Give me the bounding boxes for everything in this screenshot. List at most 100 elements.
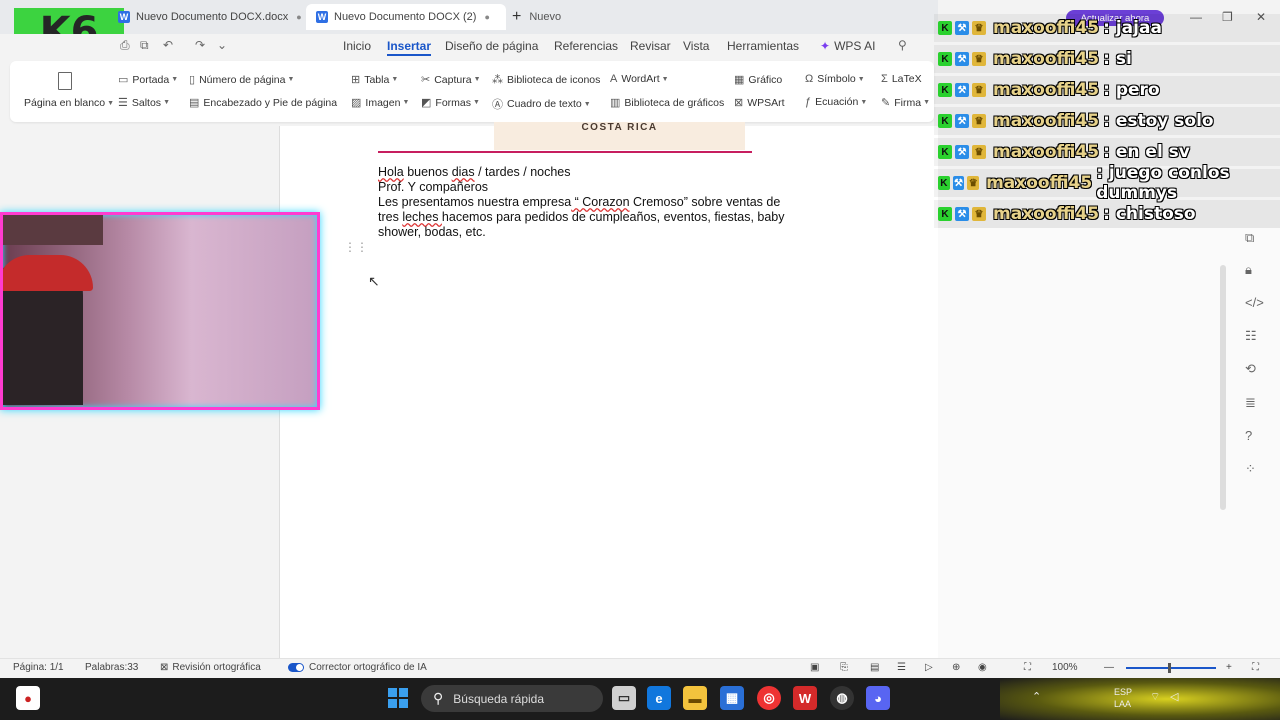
help-icon[interactable]: ? xyxy=(1245,428,1252,443)
icon-library-button[interactable]: ⁂ Biblioteca de iconos xyxy=(492,73,601,87)
doc-line-2[interactable]: Prof. Y compañeros xyxy=(378,180,828,195)
doc-text: “ Corazon xyxy=(571,195,630,209)
tab-document-1[interactable]: W Nuevo Documento DOCX.docx ● xyxy=(108,4,312,30)
discord-icon[interactable]: ◕ xyxy=(866,686,890,710)
menu-inicio[interactable]: Inicio xyxy=(343,39,371,53)
moderator-badge-icon: ⚒ xyxy=(955,145,969,159)
zoom-in-icon[interactable]: + xyxy=(1226,662,1232,673)
wps-ai-button[interactable]: ✦ WPS AI xyxy=(820,39,875,53)
symbol-button[interactable]: Ω Símbolo ▼ xyxy=(805,73,865,85)
grid-icon[interactable]: ⁘ xyxy=(1245,461,1256,477)
app-notification-icon[interactable]: ● xyxy=(16,686,40,710)
page-count[interactable]: Página: 1/1 xyxy=(13,662,64,673)
code-icon[interactable]: </> xyxy=(1245,295,1264,310)
sliders-icon[interactable]: ☷ xyxy=(1245,328,1257,344)
file-explorer-icon[interactable]: ▭ xyxy=(612,686,636,710)
copy-icon[interactable]: ⧉ xyxy=(1245,230,1254,246)
blank-page-icon[interactable] xyxy=(58,72,72,90)
cover-icon: ▭ xyxy=(118,74,129,86)
signature-button[interactable]: ✎ Firma ▼ xyxy=(881,96,930,110)
edge-browser-icon[interactable]: e xyxy=(647,686,671,710)
eye-icon[interactable]: ◉ xyxy=(978,662,987,673)
print-layout-icon[interactable]: ▤ xyxy=(870,662,879,673)
history-icon[interactable]: ⟲ xyxy=(1245,361,1256,377)
wordart-button[interactable]: A WordArt ▼ xyxy=(610,73,669,85)
breaks-button[interactable]: ☰ Saltos ▼ xyxy=(118,96,170,110)
text-box-button[interactable]: Ⓐ Cuadro de texto ▼ xyxy=(492,96,591,112)
toggle-switch[interactable] xyxy=(288,663,304,672)
image-button[interactable]: ▨ Imagen ▼ xyxy=(351,96,409,110)
vertical-scrollbar[interactable] xyxy=(1220,265,1226,510)
globe-icon[interactable]: ⊕ xyxy=(952,662,960,673)
chevron-up-icon[interactable]: ⌃ xyxy=(1032,690,1041,703)
doc-line-5[interactable]: shower, bodas, etc. xyxy=(378,225,828,240)
view-mode-icon[interactable]: ▣ xyxy=(810,662,819,673)
menu-diseno-pagina[interactable]: Diseño de página xyxy=(445,39,538,53)
store-icon[interactable]: ▦ xyxy=(720,686,744,710)
table-button[interactable]: ⊞ Tabla ▼ xyxy=(351,73,398,87)
sparkle-icon: ✦ xyxy=(820,39,831,53)
wifi-icon[interactable]: ⌔ xyxy=(1150,690,1160,704)
obs-icon[interactable]: ◍ xyxy=(830,686,854,710)
redo-icon[interactable]: ↷ xyxy=(195,38,205,52)
ai-spellcheck-toggle[interactable]: Corrector ortográfico de IA xyxy=(288,662,427,673)
search-icon: ⚲ xyxy=(433,690,444,706)
menu-herramientas[interactable]: Herramientas xyxy=(727,39,799,53)
blank-page-button[interactable]: Página en blanco ▼ xyxy=(24,97,114,109)
lock-icon[interactable]: 🔒︎ xyxy=(1245,262,1252,278)
list-icon[interactable]: ≣ xyxy=(1245,395,1256,411)
doc-line-4[interactable]: tres leches hacemos para pedidos de cump… xyxy=(378,210,828,225)
folder-icon[interactable]: ▬ xyxy=(683,686,707,710)
menu-vista[interactable]: Vista xyxy=(683,39,709,53)
drag-handle-icon[interactable]: ⋮⋮ xyxy=(344,240,368,254)
taskbar-search[interactable]: ⚲ Búsqueda rápida xyxy=(421,685,603,712)
menu-insertar[interactable]: Insertar xyxy=(387,39,432,56)
chrome-icon[interactable]: ◎ xyxy=(757,686,781,710)
cover-button[interactable]: ▭ Portada ▼ xyxy=(118,73,178,87)
print-preview-icon[interactable]: ⧉ xyxy=(140,38,149,53)
search-icon[interactable]: ⚲ xyxy=(898,38,907,52)
new-tab-button[interactable]: + Nuevo xyxy=(512,4,561,30)
speaker-icon[interactable]: ◁ xyxy=(1170,690,1178,703)
close-icon[interactable]: ● xyxy=(484,12,489,22)
spellcheck-button[interactable]: ⊠ Revisión ortográfica xyxy=(160,662,261,673)
play-icon[interactable]: ▷ xyxy=(925,662,933,673)
icon-library-label: Biblioteca de iconos xyxy=(507,73,601,86)
undo-icon[interactable]: ↶ xyxy=(163,38,173,52)
channel-badge-icon: K xyxy=(938,52,952,66)
zoom-slider-handle[interactable] xyxy=(1168,663,1171,673)
doc-line-1[interactable]: Hola buenos dias / tardes / noches xyxy=(378,165,828,180)
outline-icon[interactable]: ☰ xyxy=(897,662,906,673)
zoom-out-icon[interactable]: — xyxy=(1104,662,1114,673)
wpsart-button[interactable]: ⊠ WPSArt xyxy=(734,96,785,110)
header-footer-button[interactable]: ▤ Encabezado y Pie de página xyxy=(189,96,337,110)
chart-button[interactable]: ▦ Gráfico xyxy=(734,73,782,87)
shapes-button[interactable]: ◩ Formas ▼ xyxy=(421,96,480,110)
print-icon[interactable]: ⎙ xyxy=(120,38,130,53)
menu-referencias[interactable]: Referencias xyxy=(554,39,618,53)
latex-button[interactable]: Σ LaTeX xyxy=(881,73,922,85)
language-indicator[interactable]: ESP LAA xyxy=(1114,686,1132,710)
chat-text: : chistoso xyxy=(1103,204,1196,224)
fullscreen-icon[interactable]: ⛶ xyxy=(1252,662,1259,673)
doc-line-3[interactable]: Les presentamos nuestra empresa “ Corazo… xyxy=(378,195,828,210)
capture-button[interactable]: ✂ Captura ▼ xyxy=(421,73,481,87)
windows-start-icon[interactable] xyxy=(388,688,408,708)
chevron-down-icon: ▼ xyxy=(583,100,591,108)
fit-page-icon[interactable]: ⛶ xyxy=(1024,662,1031,673)
zoom-level[interactable]: 100% xyxy=(1052,662,1078,673)
menu-revisar[interactable]: Revisar xyxy=(630,39,671,53)
chart-library-button[interactable]: ▥ Biblioteca de gráficos xyxy=(610,96,724,110)
wps-office-icon[interactable]: W xyxy=(793,686,817,710)
doc-text: Cremoso” sobre ventas de xyxy=(629,195,781,209)
zoom-slider[interactable] xyxy=(1126,667,1216,669)
chevron-down-icon[interactable]: ⌄ xyxy=(217,38,227,52)
close-icon[interactable]: ● xyxy=(296,12,301,22)
page-number-icon: ▯ xyxy=(189,74,196,86)
page-number-button[interactable]: ▯ Número de página ▼ xyxy=(189,73,294,87)
web-layout-icon[interactable]: ⎘ xyxy=(840,662,848,673)
tab-document-2[interactable]: W Nuevo Documento DOCX (2) ● xyxy=(306,4,506,30)
equation-button[interactable]: ƒ Ecuación ▼ xyxy=(805,96,867,108)
word-count[interactable]: Palabras:33 xyxy=(85,662,138,673)
moderator-badge-icon: ⚒ xyxy=(955,83,969,97)
